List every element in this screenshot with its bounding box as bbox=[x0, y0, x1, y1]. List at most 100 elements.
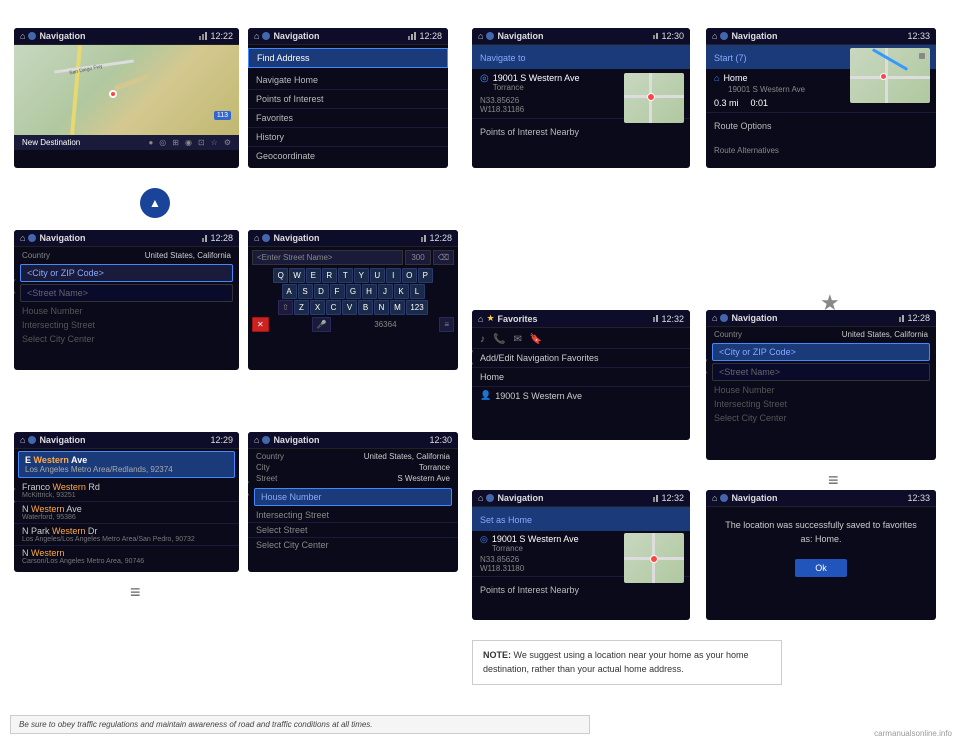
result-1[interactable]: E Western Ave Los Angeles Metro Area/Red… bbox=[18, 451, 235, 478]
nav-icon-p11 bbox=[486, 494, 494, 502]
keyboard-row-3: ⇧ Z X C V B N M 123 bbox=[252, 300, 454, 315]
panel-4-route-alt[interactable]: Route Alternatives bbox=[706, 137, 936, 161]
key-123[interactable]: 123 bbox=[406, 300, 428, 315]
fav-home[interactable]: Home bbox=[472, 368, 690, 387]
key-y[interactable]: Y bbox=[354, 268, 369, 283]
key-t[interactable]: T bbox=[338, 268, 353, 283]
panel-2-title: Navigation bbox=[273, 31, 319, 41]
panel-3-title: Navigation bbox=[497, 31, 543, 41]
select-city-p8[interactable]: Select City Center bbox=[248, 538, 458, 552]
menu-geocoord[interactable]: Geocoordinate bbox=[248, 147, 448, 165]
house-num-selected[interactable]: House Number bbox=[254, 488, 452, 506]
key-s[interactable]: S bbox=[298, 284, 313, 299]
select-street-p8[interactable]: Select Street bbox=[248, 523, 458, 538]
key-b[interactable]: B bbox=[358, 300, 373, 315]
key-n[interactable]: N bbox=[374, 300, 389, 315]
signal-p9 bbox=[653, 315, 658, 322]
panel-6-content: <Enter Street Name> 300 ⌫ Q W E R T Y U … bbox=[248, 247, 458, 335]
panel-6: ⌂ Navigation 12:28 <Enter Street Name> 3… bbox=[248, 230, 458, 370]
intersecting-p10[interactable]: Intersecting Street bbox=[706, 397, 936, 411]
panel-4-route-options[interactable]: Route Options bbox=[706, 112, 936, 137]
panel-4: ⌂ Navigation 12:33 Start (7) ⌂ Home 1900… bbox=[706, 28, 936, 168]
panel-9-content: ❮ ♪ 📞 ✉ 🔖 Add/Edit Navigation Favorites … bbox=[472, 328, 690, 407]
key-z[interactable]: Z bbox=[294, 300, 309, 315]
city-zip-input-p10[interactable]: <City or ZIP Code> bbox=[712, 343, 930, 361]
chevron-p10[interactable]: ❮ bbox=[706, 357, 710, 374]
list-icon-right: ≡ bbox=[828, 470, 839, 491]
key-list[interactable]: ≡ bbox=[439, 317, 454, 332]
ok-button[interactable]: Ok bbox=[795, 559, 847, 577]
key-x[interactable]: X bbox=[310, 300, 325, 315]
key-r[interactable]: R bbox=[322, 268, 337, 283]
result-2[interactable]: Franco Western Rd McKittrick, 93251 bbox=[14, 480, 239, 502]
key-v[interactable]: V bbox=[342, 300, 357, 315]
panel-3-body: ◎ 19001 S Western Ave Torrance N33.85626… bbox=[472, 69, 690, 118]
key-p[interactable]: P bbox=[418, 268, 433, 283]
result-4[interactable]: N Park Western Dr Los Angeles/Los Angele… bbox=[14, 524, 239, 546]
key-e[interactable]: E bbox=[306, 268, 321, 283]
result-3[interactable]: N Western Ave Waterford, 95386 bbox=[14, 502, 239, 524]
note-box: NOTE: We suggest using a location near y… bbox=[472, 640, 782, 685]
intersecting-p8[interactable]: Intersecting Street bbox=[248, 508, 458, 523]
chevron-p9[interactable]: ❮ bbox=[472, 348, 476, 365]
menu-history[interactable]: History bbox=[248, 128, 448, 147]
house-num-p5[interactable]: House Number bbox=[14, 304, 239, 318]
chevron-p7[interactable]: ❮ bbox=[14, 486, 18, 503]
panel-2-content: ❮ Find Address Navigate Home Points of I… bbox=[248, 48, 448, 165]
menu-poi[interactable]: Points of Interest bbox=[248, 90, 448, 109]
key-mic[interactable]: 🎤 bbox=[312, 317, 332, 332]
key-o[interactable]: O bbox=[402, 268, 417, 283]
street-input-p10[interactable]: <Street Name> bbox=[712, 363, 930, 381]
backspace-key[interactable]: ⌫ bbox=[433, 250, 454, 265]
panel-5-time: 12:28 bbox=[210, 233, 233, 243]
menu-navigate-home[interactable]: Navigate Home bbox=[248, 71, 448, 90]
house-num-p10[interactable]: House Number bbox=[706, 383, 936, 397]
home-icon-p7: ⌂ bbox=[20, 435, 25, 445]
note-text: We suggest using a location near your ho… bbox=[483, 650, 748, 674]
home-dest-icon: ⌂ bbox=[714, 73, 719, 83]
fav-add-edit[interactable]: Add/Edit Navigation Favorites bbox=[472, 349, 690, 368]
city-zip-input[interactable]: <City or ZIP Code> bbox=[20, 264, 233, 282]
key-g[interactable]: G bbox=[346, 284, 361, 299]
location-icon-p3: ◎ bbox=[480, 73, 489, 84]
chevron-p2[interactable]: ❮ bbox=[248, 83, 250, 100]
key-c[interactable]: C bbox=[326, 300, 341, 315]
signal-p5 bbox=[202, 235, 207, 242]
panel-3-minimap bbox=[624, 73, 684, 123]
key-l[interactable]: L bbox=[410, 284, 425, 299]
key-i[interactable]: I bbox=[386, 268, 401, 283]
key-q[interactable]: Q bbox=[273, 268, 288, 283]
key-m[interactable]: M bbox=[390, 300, 405, 315]
key-f[interactable]: F bbox=[330, 284, 345, 299]
panel-10-time: 12:28 bbox=[907, 313, 930, 323]
key-j[interactable]: J bbox=[378, 284, 393, 299]
chevron-p5[interactable]: ❮ bbox=[14, 277, 18, 294]
street-name-input[interactable]: <Enter Street Name> bbox=[252, 250, 403, 265]
blue-arrow-icon: ▲ bbox=[140, 188, 170, 218]
watermark: carmanualsonline.info bbox=[874, 729, 952, 738]
key-h[interactable]: H bbox=[362, 284, 377, 299]
menu-find-address[interactable]: Find Address bbox=[248, 48, 448, 68]
key-k[interactable]: K bbox=[394, 284, 409, 299]
intersecting-p5[interactable]: Intersecting Street bbox=[14, 318, 239, 332]
key-a[interactable]: A bbox=[282, 284, 297, 299]
key-d[interactable]: D bbox=[314, 284, 329, 299]
home-icon-p4: ⌂ bbox=[712, 31, 717, 41]
key-shift[interactable]: ⇧ bbox=[278, 300, 293, 315]
select-city-p10[interactable]: Select City Center bbox=[706, 411, 936, 425]
key-clear[interactable]: ✕ bbox=[252, 317, 269, 332]
key-u[interactable]: U bbox=[370, 268, 385, 283]
key-w[interactable]: W bbox=[289, 268, 305, 283]
street-input[interactable]: <Street Name> bbox=[20, 284, 233, 302]
signal-p6 bbox=[421, 235, 426, 242]
result-5[interactable]: N Western Carson/Los Angeles Metro Area,… bbox=[14, 546, 239, 567]
menu-favorites[interactable]: Favorites bbox=[248, 109, 448, 128]
panel-11-header: ⌂ Navigation 12:32 bbox=[472, 490, 690, 507]
select-city-p5[interactable]: Select City Center bbox=[14, 332, 239, 346]
home-icon-p3: ⌂ bbox=[478, 31, 483, 41]
new-destination-label: New Destination bbox=[22, 138, 80, 147]
fav-address[interactable]: 👤 19001 S Western Ave bbox=[472, 387, 690, 404]
signal-p3 bbox=[653, 33, 658, 39]
nav-icon-p3 bbox=[486, 32, 494, 40]
chevron-p8[interactable]: ❮ bbox=[248, 479, 252, 496]
